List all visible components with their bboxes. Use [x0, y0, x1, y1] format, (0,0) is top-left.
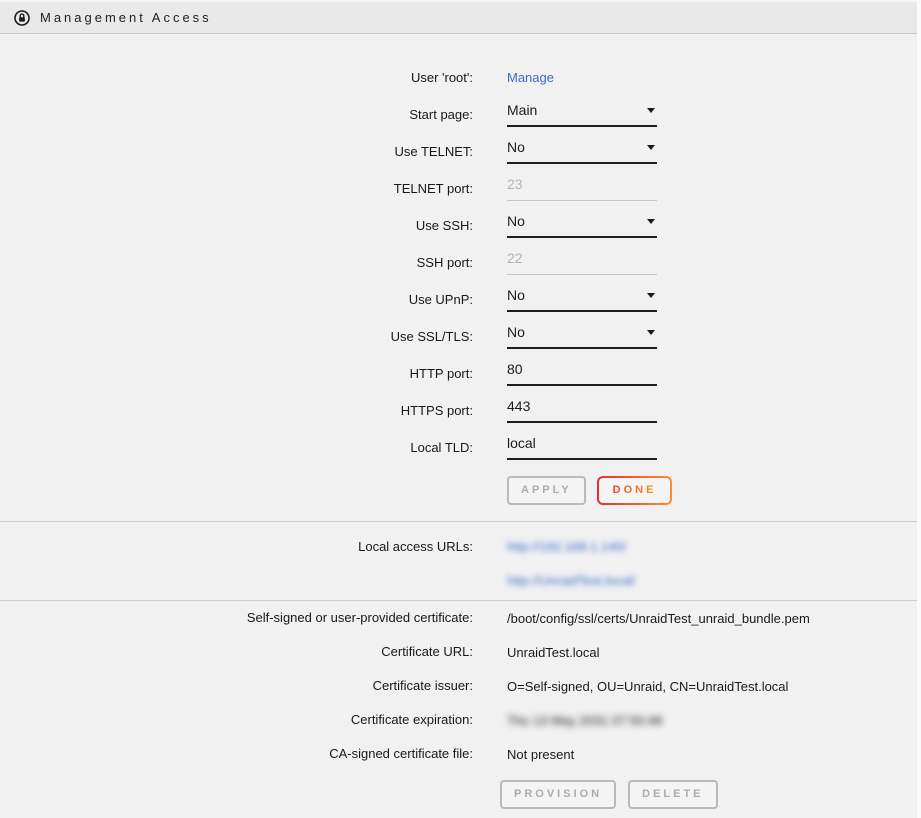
delete-button[interactable]: DELETE: [628, 780, 717, 809]
chevron-down-icon: [647, 108, 655, 113]
form-row-use-ssh: Use SSH: No: [0, 207, 921, 244]
settings-form-section: User 'root': Manage Start page: Main Use…: [0, 34, 921, 521]
field-label: TELNET port:: [0, 181, 473, 197]
field-label: Use TELNET:: [0, 144, 473, 160]
field-label: Certificate URL:: [0, 644, 473, 660]
local-tld-input[interactable]: local: [507, 435, 657, 460]
page-title: Management Access: [40, 10, 212, 25]
cert-row: Certificate issuer: O=Self-signed, OU=Un…: [0, 669, 921, 703]
ssh-port-input[interactable]: 22: [507, 250, 657, 275]
form-row-start-page: Start page: Main: [0, 96, 921, 133]
use-telnet-select[interactable]: No: [507, 139, 657, 164]
cert-expiration-value: Thu 13 May 2031 07:50:48: [507, 713, 662, 728]
manage-root-link[interactable]: Manage: [507, 70, 554, 85]
lock-icon: [14, 10, 30, 26]
field-label: Certificate issuer:: [0, 678, 473, 694]
field-label: Local TLD:: [0, 440, 473, 456]
select-value: No: [507, 139, 525, 155]
form-row-user-root: User 'root': Manage: [0, 59, 921, 96]
certificate-buttons: PROVISION DELETE: [500, 780, 921, 809]
apply-button[interactable]: APPLY: [507, 476, 586, 505]
field-label: HTTP port:: [0, 366, 473, 382]
use-upnp-select[interactable]: No: [507, 287, 657, 312]
field-label: HTTPS port:: [0, 403, 473, 419]
field-label: Use SSH:: [0, 218, 473, 234]
chevron-down-icon: [647, 145, 655, 150]
cert-issuer-value: O=Self-signed, OU=Unraid, CN=UnraidTest.…: [507, 679, 788, 694]
telnet-port-input[interactable]: 23: [507, 176, 657, 201]
local-access-url-link[interactable]: http://UnraidTest.local/: [507, 570, 636, 592]
ca-cert-file-value: Not present: [507, 747, 574, 762]
done-button-border: DONE: [597, 476, 673, 505]
field-label: Use SSL/TLS:: [0, 329, 473, 345]
field-label: Start page:: [0, 107, 473, 123]
select-value: No: [507, 213, 525, 229]
start-page-select[interactable]: Main: [507, 102, 657, 127]
field-label: Self-signed or user-provided certificate…: [0, 610, 473, 626]
select-value: No: [507, 324, 525, 340]
field-label: CA-signed certificate file:: [0, 746, 473, 762]
certificate-section: Self-signed or user-provided certificate…: [0, 601, 921, 809]
field-label: Certificate expiration:: [0, 712, 473, 728]
management-access-page: Management Access User 'root': Manage St…: [0, 0, 921, 809]
form-row-use-telnet: Use TELNET: No: [0, 133, 921, 170]
field-label: SSH port:: [0, 255, 473, 271]
done-button[interactable]: DONE: [599, 478, 671, 503]
form-buttons: APPLY DONE: [507, 476, 921, 505]
cert-bundle-path: /boot/config/ssl/certs/UnraidTest_unraid…: [507, 611, 810, 626]
cert-row: CA-signed certificate file: Not present: [0, 737, 921, 771]
form-row-local-tld: Local TLD: local: [0, 429, 921, 466]
select-value: Main: [507, 102, 537, 118]
page-header: Management Access: [0, 0, 921, 34]
form-row-telnet-port: TELNET port: 23: [0, 170, 921, 207]
chevron-down-icon: [647, 219, 655, 224]
field-label: User 'root':: [0, 70, 473, 86]
form-row-http-port: HTTP port: 80: [0, 355, 921, 392]
local-access-url-link[interactable]: http://192.168.1.140/: [507, 536, 636, 558]
cert-row: Certificate expiration: Thu 13 May 2031 …: [0, 703, 921, 737]
chevron-down-icon: [647, 330, 655, 335]
field-label: Local access URLs:: [0, 536, 473, 558]
local-access-section: Local access URLs: http://192.168.1.140/…: [0, 522, 921, 600]
https-port-input[interactable]: 443: [507, 398, 657, 423]
select-value: No: [507, 287, 525, 303]
use-ssh-select[interactable]: No: [507, 213, 657, 238]
form-row-use-upnp: Use UPnP: No: [0, 281, 921, 318]
field-label: Use UPnP:: [0, 292, 473, 308]
cert-row: Certificate URL: UnraidTest.local: [0, 635, 921, 669]
chevron-down-icon: [647, 293, 655, 298]
provision-button[interactable]: PROVISION: [500, 780, 616, 809]
form-row-use-ssl: Use SSL/TLS: No: [0, 318, 921, 355]
form-row-https-port: HTTPS port: 443: [0, 392, 921, 429]
http-port-input[interactable]: 80: [507, 361, 657, 386]
use-ssl-tls-select[interactable]: No: [507, 324, 657, 349]
cert-row: Self-signed or user-provided certificate…: [0, 601, 921, 635]
right-edge-strip: [917, 0, 921, 818]
form-row-ssh-port: SSH port: 22: [0, 244, 921, 281]
cert-url-value: UnraidTest.local: [507, 645, 600, 660]
